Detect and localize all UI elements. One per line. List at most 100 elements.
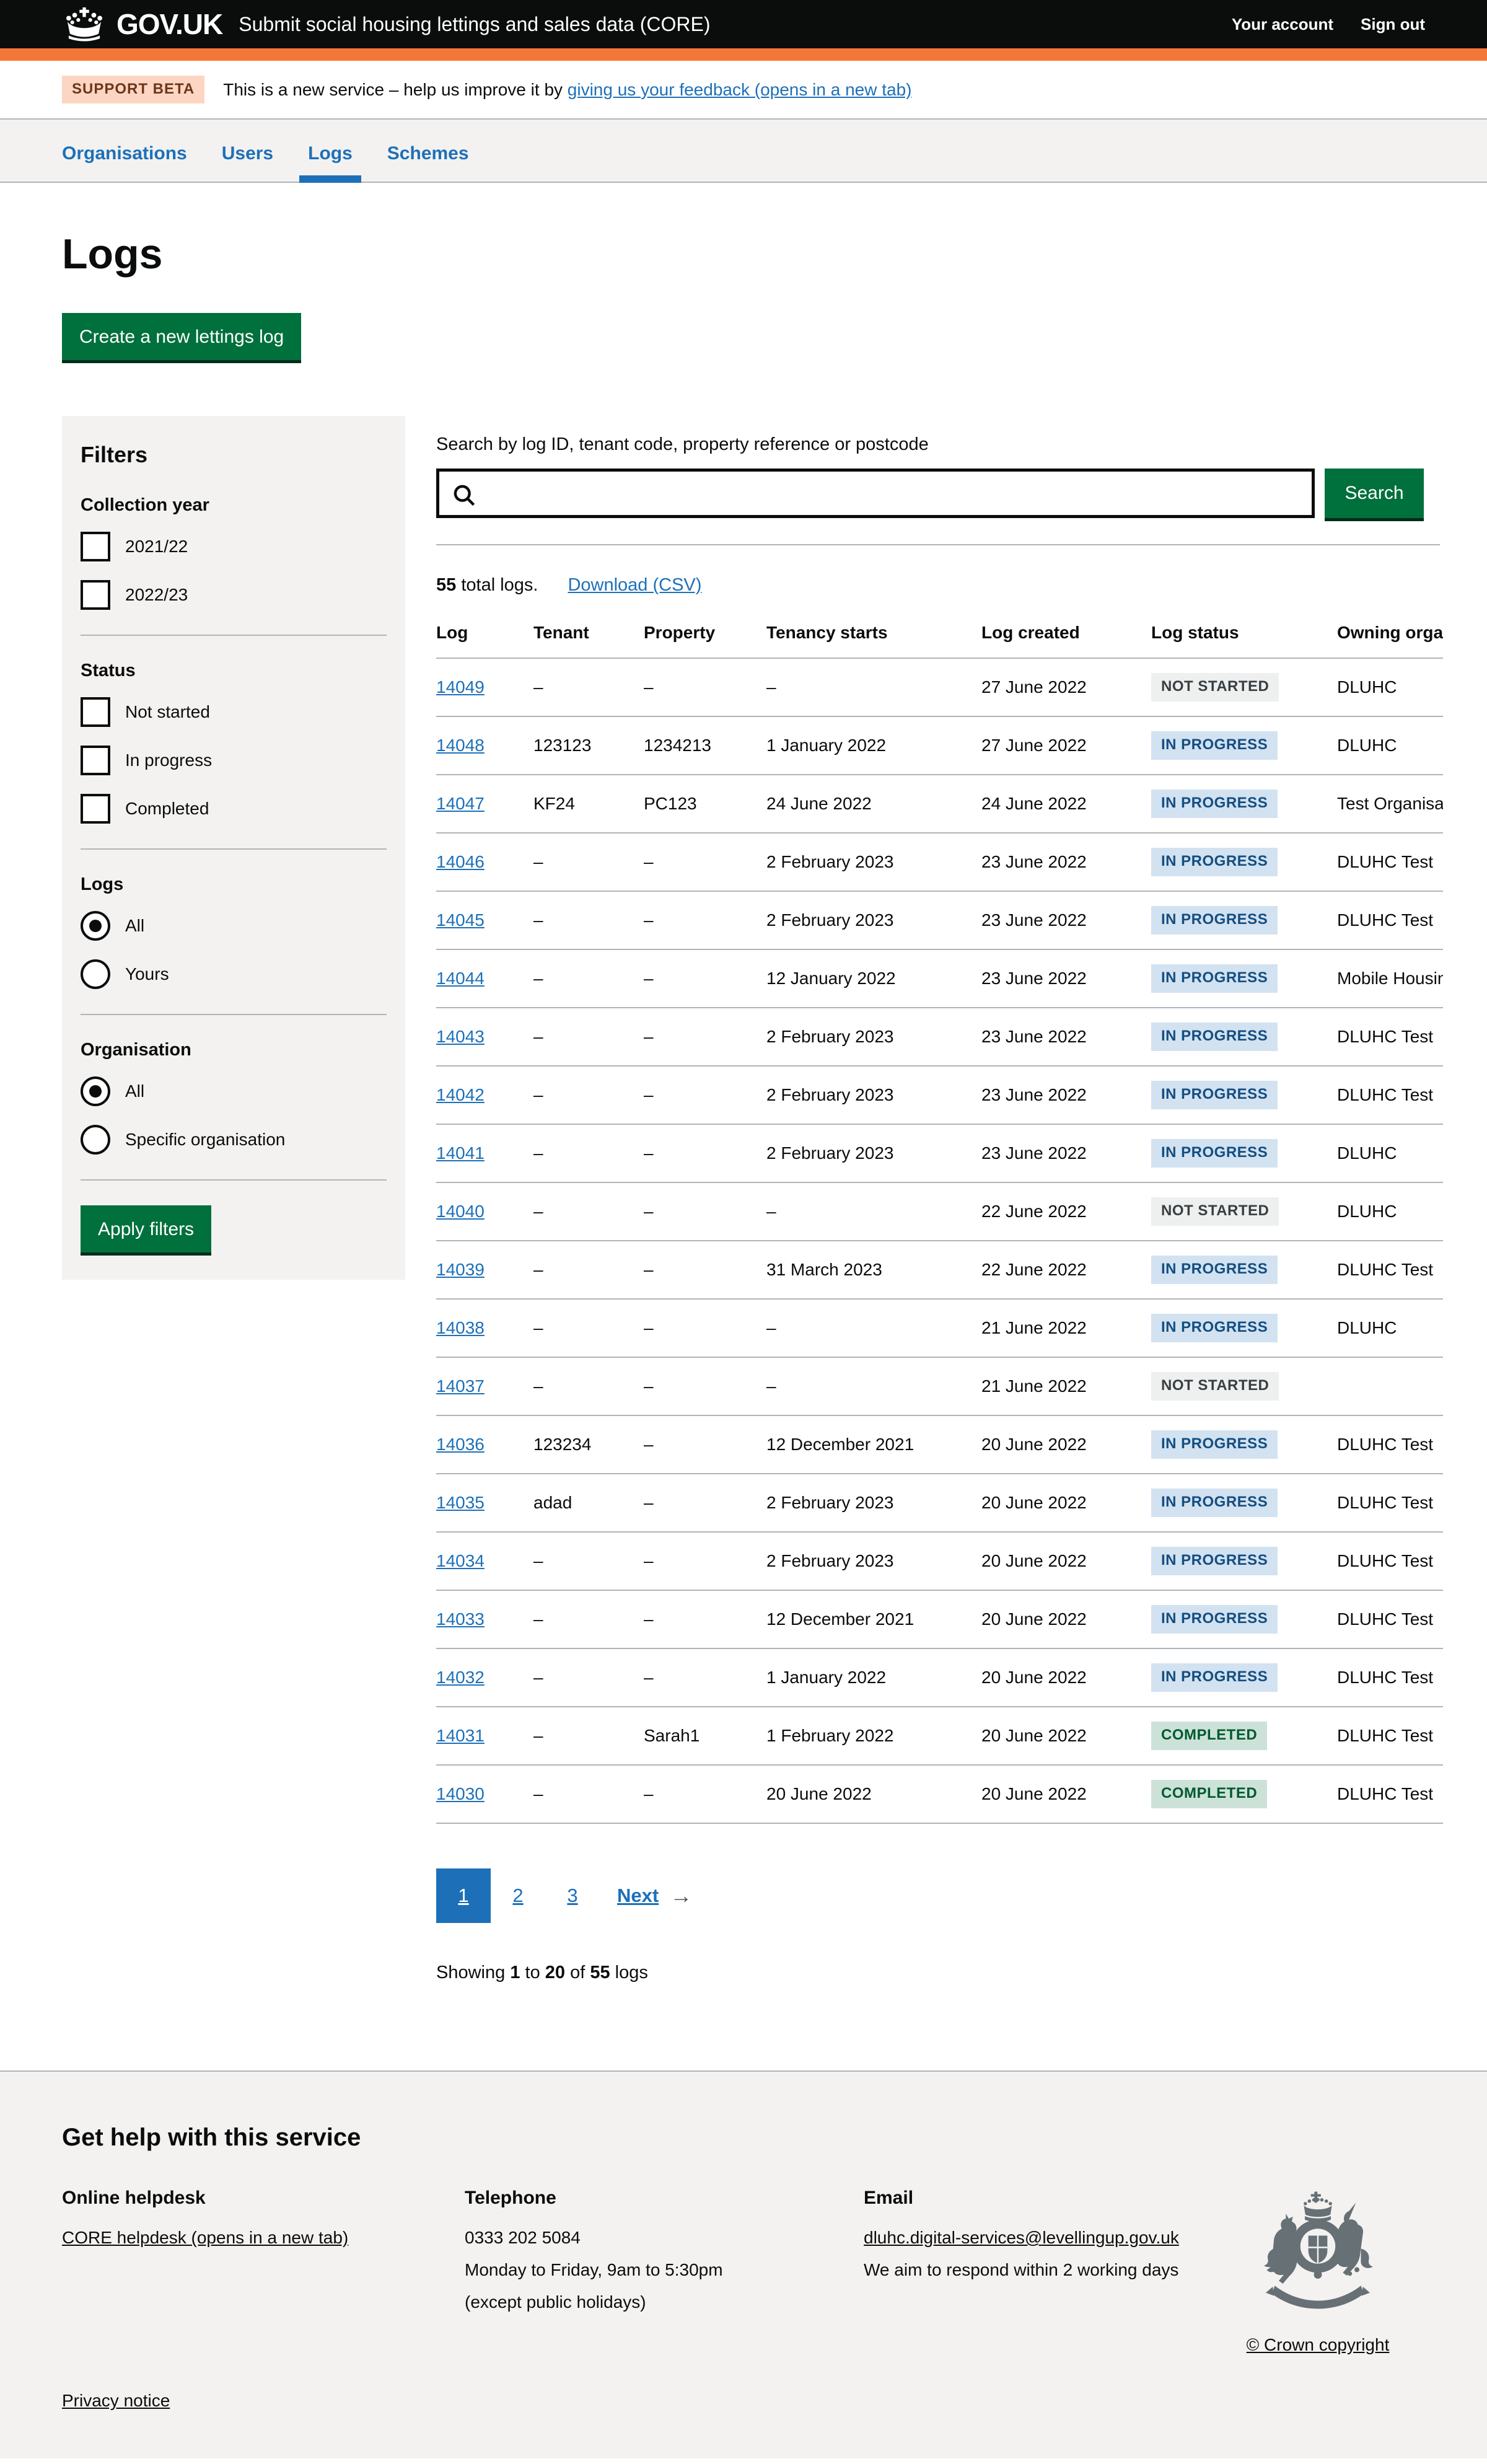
log-id-cell: 14044 (436, 949, 533, 1008)
col-header-property: Property (644, 623, 766, 658)
email-link[interactable]: dluhc.digital-services@levellingup.gov.u… (864, 2228, 1179, 2247)
property-cell: – (644, 1241, 766, 1299)
your-account-link[interactable]: Your account (1232, 15, 1333, 34)
search-button[interactable]: Search (1325, 469, 1424, 518)
log-id-cell: 14049 (436, 658, 533, 716)
showing-summary: Showing 1 to 20 of 55 logs (436, 1963, 1443, 1983)
phase-banner-text: This is a new service – help us improve … (223, 80, 911, 100)
radio-logs-yours[interactable] (81, 959, 110, 989)
log-id-link[interactable]: 14036 (436, 1435, 485, 1454)
log-id-cell: 14031 (436, 1707, 533, 1765)
log-id-link[interactable]: 14042 (436, 1085, 485, 1104)
checkbox-2022-23[interactable] (81, 580, 110, 610)
search-input[interactable] (483, 472, 1309, 515)
log-id-link[interactable]: 14038 (436, 1318, 485, 1337)
checkbox-not-started[interactable] (81, 697, 110, 727)
logs-filter-label: Logs (81, 874, 387, 895)
log-id-link[interactable]: 14033 (436, 1609, 485, 1629)
log-id-cell: 14037 (436, 1357, 533, 1415)
nav-item-logs[interactable]: Logs (308, 120, 353, 182)
log-id-link[interactable]: 14044 (436, 969, 485, 988)
radio-specific-organisation[interactable] (81, 1125, 110, 1155)
checkbox-2021-22[interactable] (81, 532, 110, 561)
total-logs-text: total logs. (456, 575, 538, 595)
checkbox-in-progress[interactable] (81, 746, 110, 775)
checkbox-label: Completed (125, 799, 209, 819)
tenant-cell: – (533, 1182, 644, 1241)
table-row: 14034 – – 2 February 2023 20 June 2022 I… (436, 1532, 1443, 1590)
table-row: 14039 – – 31 March 2023 22 June 2022 In … (436, 1241, 1443, 1299)
nav-item-users[interactable]: Users (222, 120, 273, 182)
radio-label: Yours (125, 964, 169, 984)
log-id-link[interactable]: 14037 (436, 1376, 485, 1396)
sign-out-link[interactable]: Sign out (1361, 15, 1425, 34)
tenancy-starts-cell: 12 January 2022 (766, 949, 981, 1008)
filter-divider (81, 848, 387, 850)
status-label: Status (81, 661, 387, 681)
radio-organisation-all[interactable] (81, 1076, 110, 1106)
status-badge: Not started (1151, 1372, 1279, 1401)
col-header-owning-organisation: Owning organisation (1337, 623, 1443, 658)
log-created-cell: 23 June 2022 (981, 949, 1151, 1008)
log-status-cell: Completed (1151, 1765, 1337, 1823)
tenant-cell: – (533, 949, 644, 1008)
log-id-link[interactable]: 14043 (436, 1027, 485, 1046)
log-id-link[interactable]: 14039 (436, 1260, 485, 1279)
page-2-link[interactable]: 2 (491, 1868, 545, 1923)
owning-organisation-cell: DLUHC Test (1337, 1474, 1443, 1532)
log-id-link[interactable]: 14045 (436, 910, 485, 930)
total-logs-count: 55 (436, 575, 456, 595)
log-id-link[interactable]: 14049 (436, 677, 485, 697)
log-id-link[interactable]: 14032 (436, 1668, 485, 1687)
core-helpdesk-link[interactable]: CORE helpdesk (opens in a new tab) (62, 2228, 348, 2247)
log-status-cell: In progress (1151, 1241, 1337, 1299)
create-lettings-log-button[interactable]: Create a new lettings log (62, 313, 301, 360)
property-cell: – (644, 1357, 766, 1415)
tenancy-starts-cell: 20 June 2022 (766, 1765, 981, 1823)
log-id-cell: 14047 (436, 775, 533, 833)
checkbox-completed[interactable] (81, 794, 110, 824)
log-id-link[interactable]: 14031 (436, 1726, 485, 1745)
download-csv-link[interactable]: Download (CSV) (568, 575, 701, 596)
log-id-link[interactable]: 14046 (436, 852, 485, 871)
log-id-link[interactable]: 14048 (436, 736, 485, 755)
tenant-cell: – (533, 658, 644, 716)
nav-item-schemes[interactable]: Schemes (387, 120, 469, 182)
log-id-link[interactable]: 14035 (436, 1493, 485, 1512)
organisation-filter-label: Organisation (81, 1040, 387, 1060)
feedback-link[interactable]: giving us your feedback (opens in a new … (568, 80, 912, 99)
col-header-tenant: Tenant (533, 623, 644, 658)
apply-filters-button[interactable]: Apply filters (81, 1205, 211, 1252)
nav-item-organisations[interactable]: Organisations (62, 120, 187, 182)
logs-table: Log Tenant Property Tenancy starts Log c… (436, 623, 1443, 1824)
privacy-notice-link[interactable]: Privacy notice (62, 2391, 170, 2410)
status-badge: In progress (1151, 1605, 1278, 1634)
log-id-link[interactable]: 14041 (436, 1143, 485, 1163)
log-status-cell: Not started (1151, 658, 1337, 716)
log-id-link[interactable]: 14030 (436, 1784, 485, 1803)
log-id-link[interactable]: 14034 (436, 1551, 485, 1570)
page-3-link[interactable]: 3 (545, 1868, 600, 1923)
next-page-link[interactable]: Next (617, 1885, 659, 1907)
owning-organisation-cell: DLUHC (1337, 658, 1443, 716)
tenant-cell: 123234 (533, 1415, 644, 1474)
status-badge: In progress (1151, 1139, 1278, 1168)
tenancy-starts-cell: – (766, 1299, 981, 1357)
property-cell: – (644, 1648, 766, 1707)
crown-logo-icon (62, 6, 107, 42)
page-1-link[interactable]: 1 (436, 1868, 491, 1923)
radio-label: All (125, 1081, 144, 1101)
property-cell: – (644, 1008, 766, 1066)
online-helpdesk-heading: Online helpdesk (62, 2188, 465, 2209)
radio-logs-all[interactable] (81, 911, 110, 941)
log-id-link[interactable]: 14040 (436, 1202, 485, 1221)
log-id-link[interactable]: 14047 (436, 794, 485, 813)
logs-table-body: 14049 – – – 27 June 2022 Not started DLU… (436, 658, 1443, 1823)
crown-copyright-link[interactable]: © Crown copyright (1247, 2335, 1390, 2355)
showing-prefix: Showing (436, 1963, 510, 1982)
checkbox-label: Not started (125, 702, 210, 722)
telephone-heading: Telephone (465, 2188, 864, 2209)
log-id-cell: 14032 (436, 1648, 533, 1707)
log-id-cell: 14038 (436, 1299, 533, 1357)
table-row: 14036 123234 – 12 December 2021 20 June … (436, 1415, 1443, 1474)
